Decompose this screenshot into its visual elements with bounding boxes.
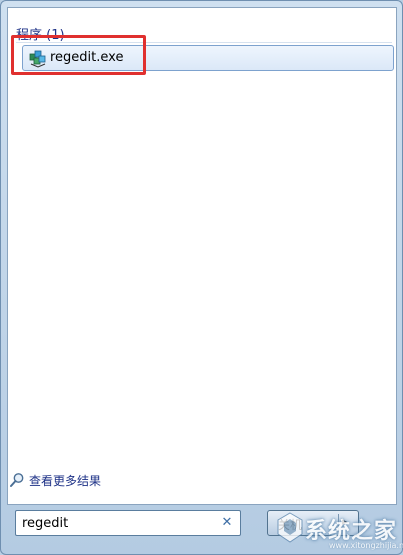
shutdown-button[interactable]: 关机 ▸ — [267, 510, 359, 536]
search-icon — [10, 473, 24, 487]
see-more-results-link[interactable]: 查看更多结果 — [9, 471, 101, 489]
search-input[interactable] — [22, 513, 218, 533]
shutdown-separator — [338, 514, 339, 532]
shutdown-label: 关机 — [278, 518, 303, 532]
result-item-regedit[interactable]: regedit.exe — [22, 45, 394, 71]
start-menu-window: 程序 (1) regedit.exe 查看更多结果 ✕ — [0, 0, 403, 555]
start-search-box[interactable]: ✕ — [15, 510, 241, 536]
clear-icon[interactable]: ✕ — [220, 515, 234, 531]
result-label: regedit.exe — [50, 50, 124, 65]
see-more-label: 查看更多结果 — [29, 473, 102, 488]
shutdown-options-arrow-icon[interactable]: ▸ — [342, 515, 348, 528]
search-results-pane: 程序 (1) regedit.exe — [7, 7, 397, 505]
watermark-url: www.xitongzhijia.net — [329, 541, 403, 550]
registry-editor-icon — [29, 50, 47, 68]
group-divider — [16, 42, 392, 43]
group-header-programs: 程序 (1) — [16, 28, 65, 43]
